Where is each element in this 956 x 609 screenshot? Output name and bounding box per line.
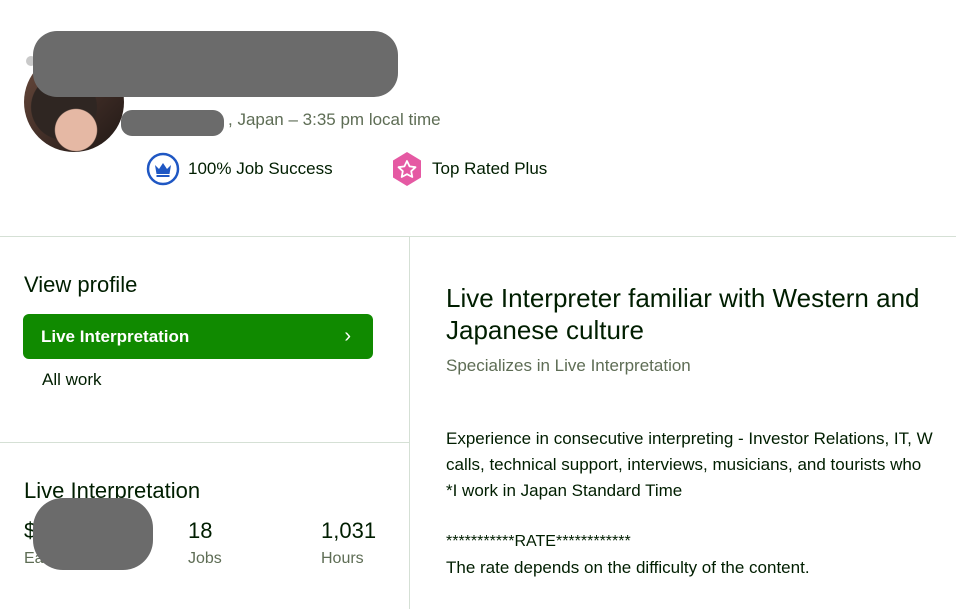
job-success-badge: 100% Job Success: [146, 152, 333, 186]
sidebar-section-divider: [0, 442, 409, 443]
view-profile-heading: View profile: [24, 272, 138, 297]
job-success-label: 100% Job Success: [188, 159, 333, 178]
profile-title: Live Interpreter familiar with Western a…: [446, 283, 920, 345]
sidebar-divider: [409, 237, 410, 609]
jobs-value: 18: [188, 518, 213, 543]
specialization-label: Live Interpretation: [41, 326, 190, 346]
redacted-earnings: [33, 498, 153, 570]
crown-icon: [146, 152, 180, 186]
star-badge-icon: [390, 151, 424, 187]
description-line: *I work in Japan Standard Time: [446, 481, 683, 500]
rate-header: ***********RATE************: [446, 533, 631, 550]
top-rated-plus-label: Top Rated Plus: [432, 159, 548, 178]
hours-value: 1,031: [321, 518, 377, 543]
rate-text: The rate depends on the difficulty of th…: [446, 558, 810, 577]
specializes-subtitle: Specializes in Live Interpretation: [446, 356, 691, 375]
description-line: Experience in consecutive interpreting -…: [446, 429, 933, 448]
redacted-city: [121, 110, 224, 136]
location-time: , Japan – 3:35 pm local time: [228, 110, 441, 129]
hours-label: Hours: [321, 550, 364, 567]
specialization-live-interpretation-button[interactable]: Live Interpretation ›: [23, 314, 373, 359]
all-work-link[interactable]: All work: [42, 370, 102, 390]
header-divider: [0, 236, 956, 237]
chevron-right-icon: ›: [344, 325, 351, 347]
description-line: calls, technical support, interviews, mu…: [446, 455, 922, 474]
jobs-label: Jobs: [188, 550, 222, 567]
top-rated-plus-badge: Top Rated Plus: [390, 151, 547, 187]
redacted-name: [33, 31, 398, 97]
